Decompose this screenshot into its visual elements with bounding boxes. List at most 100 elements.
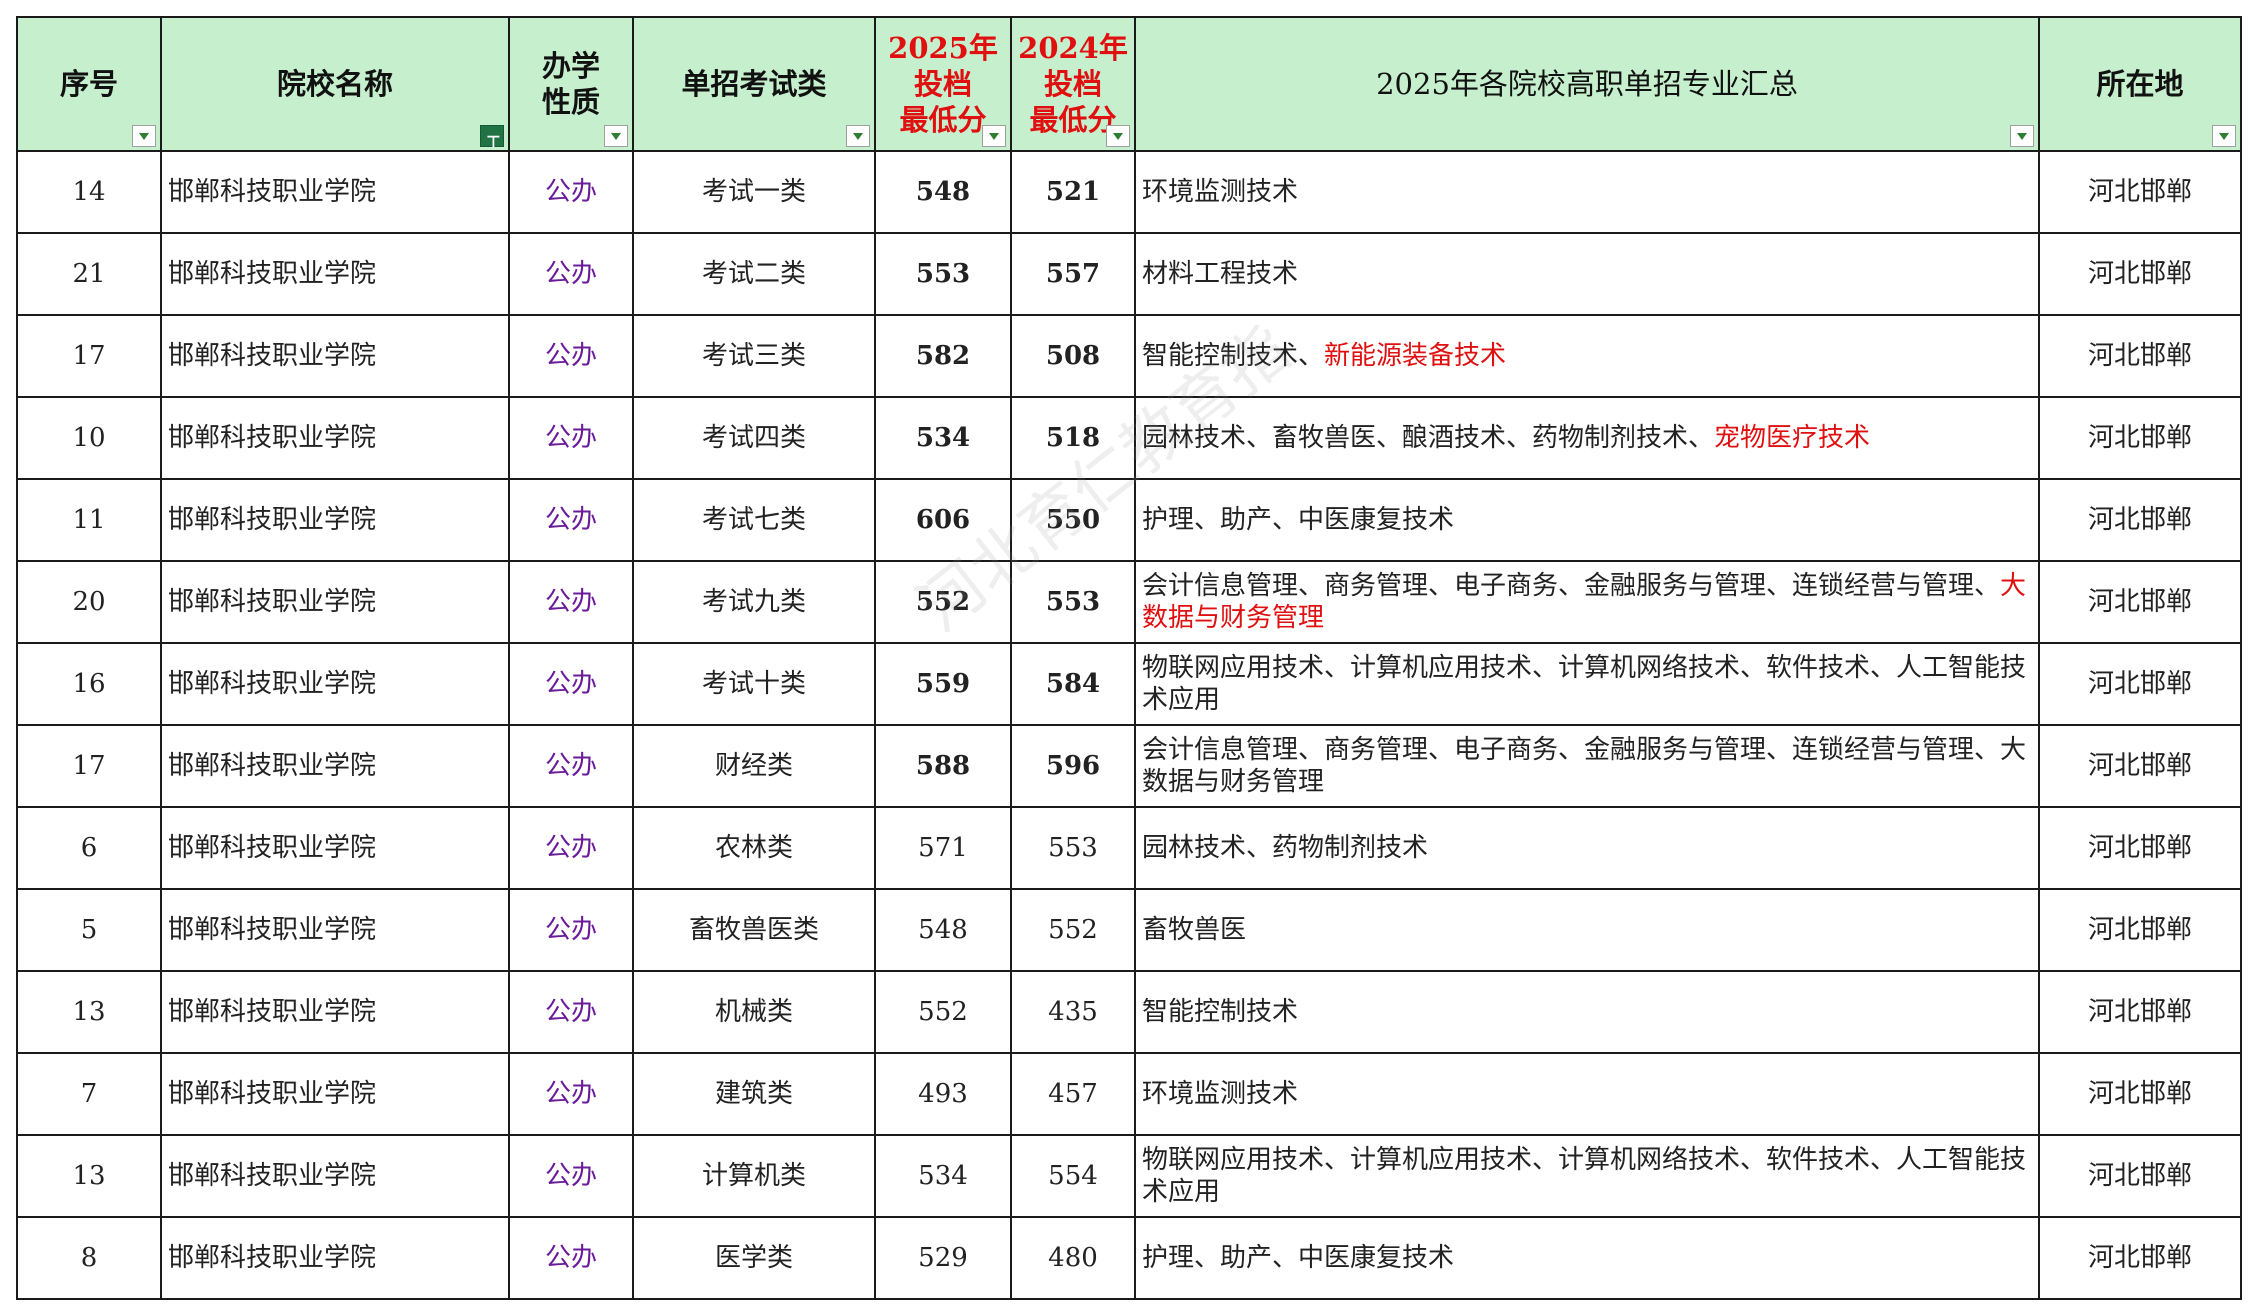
cell-score-2024[interactable]: 480 xyxy=(1010,1216,1136,1300)
cell-score-2025[interactable]: 534 xyxy=(874,396,1012,480)
cell-seq[interactable]: 5 xyxy=(16,888,162,972)
cell-majors[interactable]: 园林技术、畜牧兽医、酿酒技术、药物制剂技术、宠物医疗技术 xyxy=(1134,396,2040,480)
cell-score-2024[interactable]: 508 xyxy=(1010,314,1136,398)
cell-score-2024[interactable]: 457 xyxy=(1010,1052,1136,1136)
filter-dropdown-icon[interactable] xyxy=(132,125,156,147)
cell-location[interactable]: 河北邯郸 xyxy=(2038,724,2242,808)
cell-exam-type[interactable]: 考试十类 xyxy=(632,642,876,726)
cell-nature[interactable]: 公办 xyxy=(508,1216,634,1300)
cell-location[interactable]: 河北邯郸 xyxy=(2038,232,2242,316)
cell-school[interactable]: 邯郸科技职业学院 xyxy=(160,560,510,644)
cell-seq[interactable]: 16 xyxy=(16,642,162,726)
cell-nature[interactable]: 公办 xyxy=(508,970,634,1054)
cell-score-2025[interactable]: 552 xyxy=(874,970,1012,1054)
cell-exam-type[interactable]: 考试三类 xyxy=(632,314,876,398)
cell-location[interactable]: 河北邯郸 xyxy=(2038,1052,2242,1136)
cell-score-2024[interactable]: 518 xyxy=(1010,396,1136,480)
cell-school[interactable]: 邯郸科技职业学院 xyxy=(160,806,510,890)
cell-score-2024[interactable]: 584 xyxy=(1010,642,1136,726)
cell-nature[interactable]: 公办 xyxy=(508,478,634,562)
cell-score-2025[interactable]: 548 xyxy=(874,150,1012,234)
cell-school[interactable]: 邯郸科技职业学院 xyxy=(160,314,510,398)
cell-location[interactable]: 河北邯郸 xyxy=(2038,1216,2242,1300)
cell-seq[interactable]: 17 xyxy=(16,314,162,398)
cell-score-2025[interactable]: 529 xyxy=(874,1216,1012,1300)
cell-location[interactable]: 河北邯郸 xyxy=(2038,970,2242,1054)
cell-school[interactable]: 邯郸科技职业学院 xyxy=(160,1052,510,1136)
cell-seq[interactable]: 21 xyxy=(16,232,162,316)
cell-exam-type[interactable]: 考试九类 xyxy=(632,560,876,644)
cell-score-2025[interactable]: 559 xyxy=(874,642,1012,726)
cell-score-2024[interactable]: 557 xyxy=(1010,232,1136,316)
cell-exam-type[interactable]: 财经类 xyxy=(632,724,876,808)
cell-score-2025[interactable]: 552 xyxy=(874,560,1012,644)
cell-seq[interactable]: 14 xyxy=(16,150,162,234)
cell-score-2024[interactable]: 596 xyxy=(1010,724,1136,808)
cell-majors[interactable]: 物联网应用技术、计算机应用技术、计算机网络技术、软件技术、人工智能技术应用 xyxy=(1134,642,2040,726)
cell-majors[interactable]: 材料工程技术 xyxy=(1134,232,2040,316)
cell-location[interactable]: 河北邯郸 xyxy=(2038,314,2242,398)
cell-score-2024[interactable]: 553 xyxy=(1010,560,1136,644)
cell-nature[interactable]: 公办 xyxy=(508,1134,634,1218)
cell-exam-type[interactable]: 农林类 xyxy=(632,806,876,890)
cell-majors[interactable]: 会计信息管理、商务管理、电子商务、金融服务与管理、连锁经营与管理、大数据与财务管… xyxy=(1134,560,2040,644)
cell-nature[interactable]: 公办 xyxy=(508,724,634,808)
cell-majors[interactable]: 会计信息管理、商务管理、电子商务、金融服务与管理、连锁经营与管理、大数据与财务管… xyxy=(1134,724,2040,808)
cell-exam-type[interactable]: 机械类 xyxy=(632,970,876,1054)
cell-location[interactable]: 河北邯郸 xyxy=(2038,642,2242,726)
cell-score-2024[interactable]: 550 xyxy=(1010,478,1136,562)
cell-school[interactable]: 邯郸科技职业学院 xyxy=(160,970,510,1054)
cell-location[interactable]: 河北邯郸 xyxy=(2038,806,2242,890)
cell-score-2024[interactable]: 554 xyxy=(1010,1134,1136,1218)
cell-seq[interactable]: 17 xyxy=(16,724,162,808)
cell-location[interactable]: 河北邯郸 xyxy=(2038,888,2242,972)
cell-seq[interactable]: 8 xyxy=(16,1216,162,1300)
cell-score-2024[interactable]: 435 xyxy=(1010,970,1136,1054)
cell-location[interactable]: 河北邯郸 xyxy=(2038,396,2242,480)
cell-school[interactable]: 邯郸科技职业学院 xyxy=(160,1134,510,1218)
filter-active-icon[interactable] xyxy=(480,124,504,160)
cell-school[interactable]: 邯郸科技职业学院 xyxy=(160,642,510,726)
cell-nature[interactable]: 公办 xyxy=(508,150,634,234)
cell-seq[interactable]: 13 xyxy=(16,1134,162,1218)
cell-seq[interactable]: 6 xyxy=(16,806,162,890)
cell-location[interactable]: 河北邯郸 xyxy=(2038,478,2242,562)
cell-seq[interactable]: 7 xyxy=(16,1052,162,1136)
cell-score-2024[interactable]: 553 xyxy=(1010,806,1136,890)
cell-score-2024[interactable]: 552 xyxy=(1010,888,1136,972)
cell-exam-type[interactable]: 建筑类 xyxy=(632,1052,876,1136)
filter-dropdown-icon[interactable] xyxy=(982,125,1006,147)
cell-score-2025[interactable]: 571 xyxy=(874,806,1012,890)
cell-majors[interactable]: 护理、助产、中医康复技术 xyxy=(1134,478,2040,562)
cell-majors[interactable]: 护理、助产、中医康复技术 xyxy=(1134,1216,2040,1300)
cell-school[interactable]: 邯郸科技职业学院 xyxy=(160,150,510,234)
cell-score-2025[interactable]: 493 xyxy=(874,1052,1012,1136)
cell-score-2025[interactable]: 606 xyxy=(874,478,1012,562)
filter-dropdown-icon[interactable] xyxy=(604,125,628,147)
cell-location[interactable]: 河北邯郸 xyxy=(2038,560,2242,644)
cell-school[interactable]: 邯郸科技职业学院 xyxy=(160,888,510,972)
cell-exam-type[interactable]: 畜牧兽医类 xyxy=(632,888,876,972)
cell-nature[interactable]: 公办 xyxy=(508,888,634,972)
cell-majors[interactable]: 畜牧兽医 xyxy=(1134,888,2040,972)
filter-dropdown-icon[interactable] xyxy=(2010,125,2034,147)
cell-exam-type[interactable]: 考试四类 xyxy=(632,396,876,480)
cell-exam-type[interactable]: 计算机类 xyxy=(632,1134,876,1218)
cell-school[interactable]: 邯郸科技职业学院 xyxy=(160,1216,510,1300)
cell-exam-type[interactable]: 考试一类 xyxy=(632,150,876,234)
filter-dropdown-icon[interactable] xyxy=(846,125,870,147)
cell-majors[interactable]: 智能控制技术、新能源装备技术 xyxy=(1134,314,2040,398)
cell-seq[interactable]: 11 xyxy=(16,478,162,562)
cell-majors[interactable]: 环境监测技术 xyxy=(1134,150,2040,234)
cell-score-2025[interactable]: 534 xyxy=(874,1134,1012,1218)
cell-majors[interactable]: 智能控制技术 xyxy=(1134,970,2040,1054)
cell-exam-type[interactable]: 考试七类 xyxy=(632,478,876,562)
cell-seq[interactable]: 20 xyxy=(16,560,162,644)
cell-nature[interactable]: 公办 xyxy=(508,1052,634,1136)
cell-score-2025[interactable]: 588 xyxy=(874,724,1012,808)
cell-nature[interactable]: 公办 xyxy=(508,396,634,480)
cell-score-2025[interactable]: 582 xyxy=(874,314,1012,398)
cell-school[interactable]: 邯郸科技职业学院 xyxy=(160,232,510,316)
cell-nature[interactable]: 公办 xyxy=(508,560,634,644)
cell-nature[interactable]: 公办 xyxy=(508,806,634,890)
